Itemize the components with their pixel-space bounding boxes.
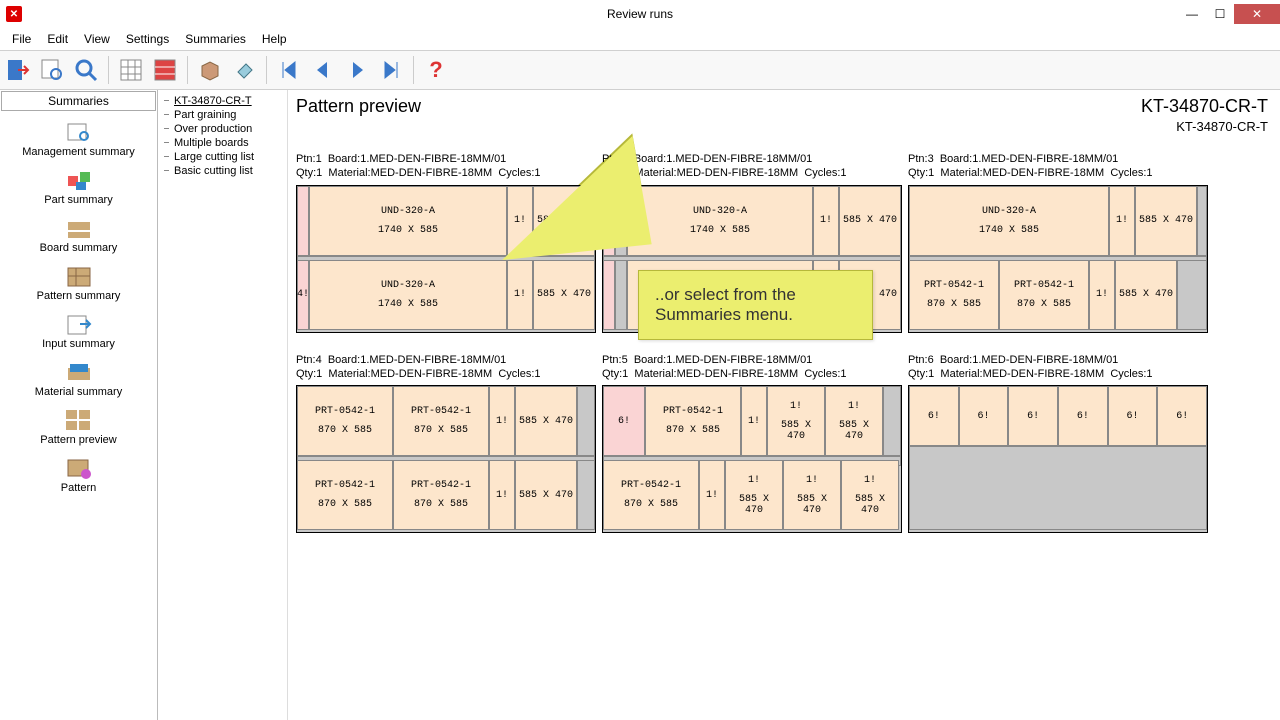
pattern-info: Ptn:6 Board:1.MED-DEN-FIBRE-18MM/01Qty:1… — [908, 353, 1208, 382]
menu-edit[interactable]: Edit — [39, 30, 76, 48]
pattern-card[interactable]: Ptn:6 Board:1.MED-DEN-FIBRE-18MM/01Qty:1… — [908, 353, 1208, 534]
close-button[interactable]: ✕ — [1234, 4, 1280, 24]
tree-item[interactable]: Large cutting list — [160, 150, 285, 164]
pattern-card[interactable]: Ptn:3 Board:1.MED-DEN-FIBRE-18MM/01Qty:1… — [908, 152, 1208, 333]
tool-grid-icon[interactable] — [115, 54, 147, 86]
app-icon: ✕ — [6, 6, 22, 22]
preview-subtitle: KT-34870-CR-T — [296, 119, 1272, 134]
tree-item[interactable]: Over production — [160, 122, 285, 136]
preview-code: KT-34870-CR-T — [1141, 96, 1268, 117]
tree-item[interactable]: Multiple boards — [160, 136, 285, 150]
sidebar-item-label: Input summary — [42, 338, 115, 350]
sidebar-item-label: Board summary — [40, 242, 118, 254]
sidebar-header: Summaries — [1, 91, 156, 111]
tool-box-icon[interactable] — [194, 54, 226, 86]
menu-settings[interactable]: Settings — [118, 30, 177, 48]
input-icon — [66, 314, 92, 336]
material-icon — [66, 362, 92, 384]
toolbar: ? — [0, 50, 1280, 90]
sidebar-item-part[interactable]: Part summary — [0, 166, 157, 210]
shapes-icon — [66, 170, 92, 192]
pattern-info: Ptn:3 Board:1.MED-DEN-FIBRE-18MM/01Qty:1… — [908, 152, 1208, 181]
tool-zoom-icon[interactable] — [70, 54, 102, 86]
sidebar-item-pattern-preview[interactable]: Pattern preview — [0, 406, 157, 450]
sidebar-item-material[interactable]: Material summary — [0, 358, 157, 402]
nav-next-icon[interactable] — [341, 54, 373, 86]
menu-file[interactable]: File — [4, 30, 39, 48]
menu-view[interactable]: View — [76, 30, 118, 48]
titlebar: ✕ Review runs — ☐ ✕ — [0, 0, 1280, 28]
board-icon — [66, 218, 92, 240]
tree-item[interactable]: Basic cutting list — [160, 164, 285, 178]
pattern-grid-icon — [66, 266, 92, 288]
sidebar-item-label: Pattern summary — [37, 290, 121, 302]
maximize-button[interactable]: ☐ — [1206, 4, 1234, 24]
preview-grid-icon — [66, 410, 92, 432]
pattern-info: Ptn:2 Board:1.MED-DEN-FIBRE-18MM/01Qty:1… — [602, 152, 902, 181]
tree-panel: KT-34870-CR-T Part graining Over product… — [158, 90, 288, 720]
nav-last-icon[interactable] — [375, 54, 407, 86]
pattern-info: Ptn:4 Board:1.MED-DEN-FIBRE-18MM/01Qty:1… — [296, 353, 596, 382]
sidebar-item-board[interactable]: Board summary — [0, 214, 157, 258]
sidebar-item-label: Management summary — [22, 146, 135, 158]
pattern-info: Ptn:1 Board:1.MED-DEN-FIBRE-18MM/01Qty:1… — [296, 152, 596, 181]
preview-area: Pattern preview KT-34870-CR-T KT-34870-C… — [288, 90, 1280, 720]
tool-grid-red-icon[interactable] — [149, 54, 181, 86]
menu-help[interactable]: Help — [254, 30, 295, 48]
tool-eraser-icon[interactable] — [228, 54, 260, 86]
minimize-button[interactable]: — — [1178, 4, 1206, 24]
sidebar-item-pattern-summary[interactable]: Pattern summary — [0, 262, 157, 306]
callout: ..or select from the Summaries menu. — [638, 270, 873, 360]
menu-summaries[interactable]: Summaries — [177, 30, 254, 48]
tool-exit-icon[interactable] — [2, 54, 34, 86]
tree-item[interactable]: Part graining — [160, 108, 285, 122]
sidebar: Summaries Management summary Part summar… — [0, 90, 158, 720]
pattern-icon — [66, 458, 92, 480]
window-title: Review runs — [607, 7, 673, 21]
sidebar-item-label: Part summary — [44, 194, 112, 206]
menubar: File Edit View Settings Summaries Help — [0, 28, 1280, 50]
nav-first-icon[interactable] — [273, 54, 305, 86]
tool-sheet-zoom-icon[interactable] — [36, 54, 68, 86]
pattern-card[interactable]: Ptn:5 Board:1.MED-DEN-FIBRE-18MM/01Qty:1… — [602, 353, 902, 534]
doc-search-icon — [66, 122, 92, 144]
sidebar-item-label: Pattern — [61, 482, 96, 494]
tree-item[interactable]: KT-34870-CR-T — [160, 94, 285, 108]
sidebar-item-label: Pattern preview — [40, 434, 116, 446]
sidebar-item-management[interactable]: Management summary — [0, 118, 157, 162]
tool-help-icon[interactable]: ? — [420, 54, 452, 86]
callout-text: ..or select from the Summaries menu. — [638, 270, 873, 340]
sidebar-item-pattern[interactable]: Pattern — [0, 454, 157, 498]
pattern-card[interactable]: Ptn:4 Board:1.MED-DEN-FIBRE-18MM/01Qty:1… — [296, 353, 596, 534]
preview-title: Pattern preview — [296, 96, 421, 117]
nav-prev-icon[interactable] — [307, 54, 339, 86]
sidebar-item-label: Material summary — [35, 386, 122, 398]
sidebar-item-input[interactable]: Input summary — [0, 310, 157, 354]
